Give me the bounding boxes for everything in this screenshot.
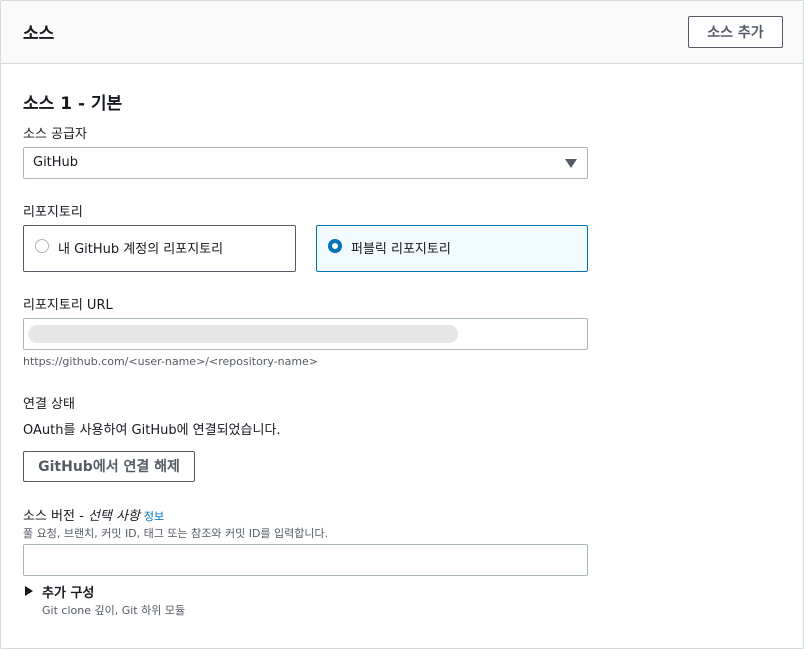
repository-option-my-account[interactable]: 내 GitHub 계정의 리포지토리 [23, 225, 296, 272]
source-panel: 소스 소스 추가 소스 1 - 기본 소스 공급자 GitHub 리포지토리 내… [0, 0, 804, 649]
info-link[interactable]: 정보 [144, 510, 164, 523]
page-title: 소스 [23, 24, 55, 44]
source-provider-select[interactable]: GitHub [23, 147, 588, 179]
radio-unchecked-icon[interactable] [35, 239, 49, 253]
section-title: 소스 1 - 기본 [23, 94, 123, 114]
source-version-input[interactable] [23, 544, 588, 576]
source-version-label-text: 소스 버전 - [23, 509, 88, 524]
repository-label: 리포지토리 [23, 205, 83, 220]
connection-status-text: OAuth를 사용하여 GitHub에 연결되었습니다. [23, 423, 281, 438]
radio-checked-icon[interactable] [328, 239, 342, 253]
caret-down-icon [565, 159, 577, 168]
source-provider-label: 소스 공급자 [23, 127, 87, 142]
repository-option-public[interactable]: 퍼블릭 리포지토리 [316, 225, 588, 272]
disconnect-github-button[interactable]: GitHub에서 연결 해제 [23, 451, 195, 482]
panel-header: 소스 소스 추가 [1, 1, 803, 64]
connection-status-label: 연결 상태 [23, 397, 75, 412]
redacted-url-value [28, 325, 458, 343]
repository-option-label: 퍼블릭 리포지토리 [351, 242, 451, 257]
repository-url-input[interactable] [23, 318, 588, 350]
source-provider-value: GitHub [33, 155, 79, 170]
optional-text: 선택 사항 [87, 509, 140, 524]
repository-url-hint: https://github.com/<user-name>/<reposito… [23, 355, 319, 368]
source-version-label: 소스 버전 - 선택 사항 정보 [23, 505, 164, 524]
additional-config-description: Git clone 깊이, Git 하위 모듈 [42, 604, 186, 617]
source-version-hint: 풀 요청, 브랜치, 커밋 ID, 태그 또는 참조와 커밋 ID를 입력합니다… [23, 527, 329, 540]
additional-config-label: 추가 구성 [42, 586, 95, 601]
repository-url-label: 리포지토리 URL [23, 298, 113, 313]
repository-option-label: 내 GitHub 계정의 리포지토리 [58, 242, 224, 257]
caret-right-icon [25, 586, 33, 596]
add-source-button[interactable]: 소스 추가 [688, 16, 783, 48]
